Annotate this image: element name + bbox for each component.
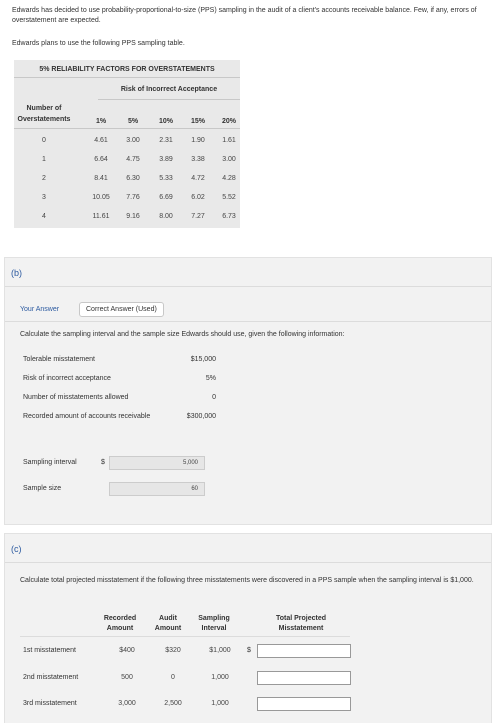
- col-header: 15%: [190, 118, 205, 125]
- total-projected-input[interactable]: [257, 697, 351, 711]
- sample-size-label: Sample size: [23, 485, 62, 492]
- header-sampling-interval: Sampling Interval: [198, 615, 230, 632]
- total-projected-input[interactable]: [257, 644, 351, 658]
- part-c-question: Calculate total projected misstatement i…: [20, 577, 474, 584]
- intro-text: Edwards has decided to use probability-p…: [12, 7, 477, 24]
- part-c-letter: (c): [11, 544, 22, 554]
- info-label: Tolerable misstatement: [23, 356, 95, 363]
- header-audit-amount: Audit Amount: [154, 615, 182, 632]
- part-b-letter: (b): [11, 268, 22, 278]
- col-header: 20%: [221, 118, 236, 125]
- part-c-section: (c) Calculate total projected misstateme…: [4, 533, 492, 723]
- part-b-question: Calculate the sampling interval and the …: [20, 331, 345, 338]
- col-header: 1%: [95, 118, 107, 125]
- sample-size-field[interactable]: 60: [109, 482, 205, 496]
- header-total-projected-misstatement: Total Projected Misstatement: [275, 615, 327, 632]
- tab-your-answer[interactable]: Your Answer: [20, 306, 59, 313]
- row-header-line2: Overstatements: [17, 116, 71, 123]
- total-projected-input[interactable]: [257, 671, 351, 685]
- info-label: Risk of incorrect acceptance: [23, 375, 111, 382]
- plans-text: Edwards plans to use the following PPS s…: [12, 40, 185, 47]
- header-recorded-amount: Recorded Amount: [103, 615, 137, 632]
- info-label: Recorded amount of accounts receivable: [23, 413, 151, 420]
- sampling-interval-field[interactable]: 5,000: [109, 456, 205, 470]
- info-value: 0: [212, 394, 216, 401]
- col-header: 5%: [127, 118, 139, 125]
- info-value: $15,000: [190, 356, 216, 363]
- col-header: 10%: [158, 118, 173, 125]
- row-header-line1: Number of: [26, 105, 62, 112]
- sampling-interval-label: Sampling interval: [23, 459, 77, 466]
- info-value: 5%: [205, 375, 216, 382]
- table-subtitle: Risk of Incorrect Acceptance: [120, 86, 218, 93]
- part-b-section: (b) Your Answer Correct Answer (Used) Ca…: [4, 257, 492, 525]
- reliability-factors-table: 5% RELIABILITY FACTORS FOR OVERSTATEMENT…: [14, 60, 240, 228]
- tab-correct-answer[interactable]: Correct Answer (Used): [79, 302, 164, 317]
- info-label: Number of misstatements allowed: [23, 394, 129, 401]
- info-value: $300,000: [186, 413, 216, 420]
- sampling-interval-currency: $: [101, 459, 105, 466]
- table-title: 5% RELIABILITY FACTORS FOR OVERSTATEMENT…: [39, 66, 215, 73]
